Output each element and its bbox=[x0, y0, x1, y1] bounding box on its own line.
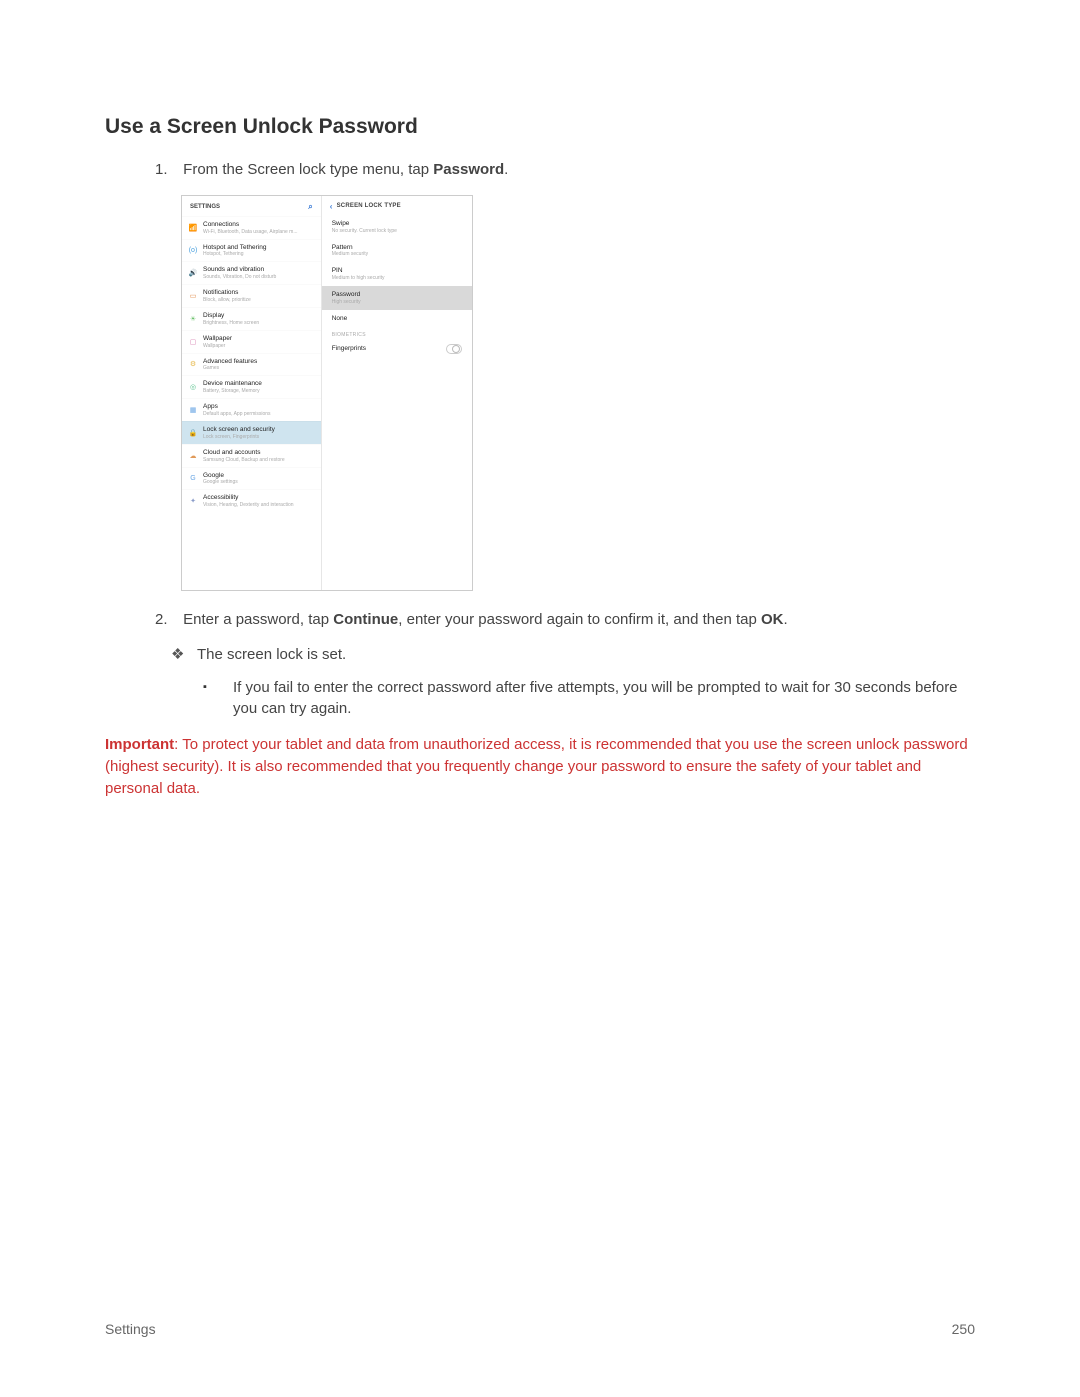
lock-type-option: PINMedium to high security bbox=[322, 262, 472, 286]
settings-item-icon: ☁ bbox=[188, 451, 198, 461]
settings-item: ☀DisplayBrightness, Home screen bbox=[182, 307, 321, 330]
page-title: Use a Screen Unlock Password bbox=[105, 115, 975, 139]
lock-type-option: SwipeNo security. Current lock type bbox=[322, 215, 472, 239]
step-1: 1. From the Screen lock type menu, tap P… bbox=[105, 159, 975, 181]
sub-bullet-result: The screen lock is set. bbox=[105, 645, 975, 663]
search-icon: ⌕ bbox=[308, 202, 312, 212]
settings-item-icon: ▦ bbox=[188, 405, 198, 415]
settings-item: (o)Hotspot and TetheringHotspot, Tetheri… bbox=[182, 239, 321, 262]
settings-item-icon: G bbox=[188, 473, 198, 483]
settings-item: ◎Device maintenanceBattery, Storage, Mem… bbox=[182, 375, 321, 398]
settings-screenshot: SETTINGS ⌕ 📶ConnectionsWi-Fi, Bluetooth,… bbox=[181, 195, 473, 591]
settings-item-icon: 🔒 bbox=[188, 428, 198, 438]
step-2: 2. Enter a password, tap Continue, enter… bbox=[105, 609, 975, 631]
settings-item-icon: ✦ bbox=[188, 496, 198, 506]
settings-item: 🔒Lock screen and securityLock screen, Fi… bbox=[182, 421, 321, 444]
settings-item: ▢WallpaperWallpaper bbox=[182, 330, 321, 353]
settings-item: 🔊Sounds and vibrationSounds, Vibration, … bbox=[182, 261, 321, 284]
lock-type-option: PasswordHigh security bbox=[322, 286, 472, 310]
settings-item: ☁Cloud and accountsSamsung Cloud, Backup… bbox=[182, 444, 321, 467]
biometrics-section: BIOMETRICS bbox=[322, 328, 472, 340]
back-icon: ‹ bbox=[330, 202, 333, 211]
settings-header: SETTINGS ⌕ bbox=[182, 196, 321, 216]
settings-item-icon: (o) bbox=[188, 245, 198, 255]
settings-item-icon: ◎ bbox=[188, 382, 198, 392]
settings-item: GGoogleGoogle settings bbox=[182, 467, 321, 490]
settings-item: ⚙Advanced featuresGames bbox=[182, 353, 321, 376]
sub-bullet-warning: If you fail to enter the correct passwor… bbox=[105, 677, 975, 721]
settings-item-icon: ☀ bbox=[188, 314, 198, 324]
screen-lock-type-header: ‹ SCREEN LOCK TYPE bbox=[322, 196, 472, 215]
settings-item: ▦AppsDefault apps, App permissions bbox=[182, 398, 321, 421]
fingerprints-row: Fingerprints bbox=[322, 340, 472, 358]
footer-page-number: 250 bbox=[952, 1321, 975, 1337]
settings-item-icon: 📶 bbox=[188, 223, 198, 233]
settings-item-icon: ⚙ bbox=[188, 359, 198, 369]
settings-item: ▭NotificationsBlock, allow, prioritize bbox=[182, 284, 321, 307]
settings-item: 📶ConnectionsWi-Fi, Bluetooth, Data usage… bbox=[182, 216, 321, 239]
important-note: Important: To protect your tablet and da… bbox=[105, 734, 975, 799]
lock-type-option: PatternMedium security bbox=[322, 239, 472, 263]
settings-item-icon: 🔊 bbox=[188, 268, 198, 278]
settings-item-icon: ▭ bbox=[188, 291, 198, 301]
settings-item-icon: ▢ bbox=[188, 337, 198, 347]
lock-type-option: None bbox=[322, 310, 472, 328]
footer-section: Settings bbox=[105, 1321, 156, 1337]
settings-item: ✦AccessibilityVision, Hearing, Dexterity… bbox=[182, 489, 321, 512]
toggle-icon bbox=[446, 344, 462, 354]
